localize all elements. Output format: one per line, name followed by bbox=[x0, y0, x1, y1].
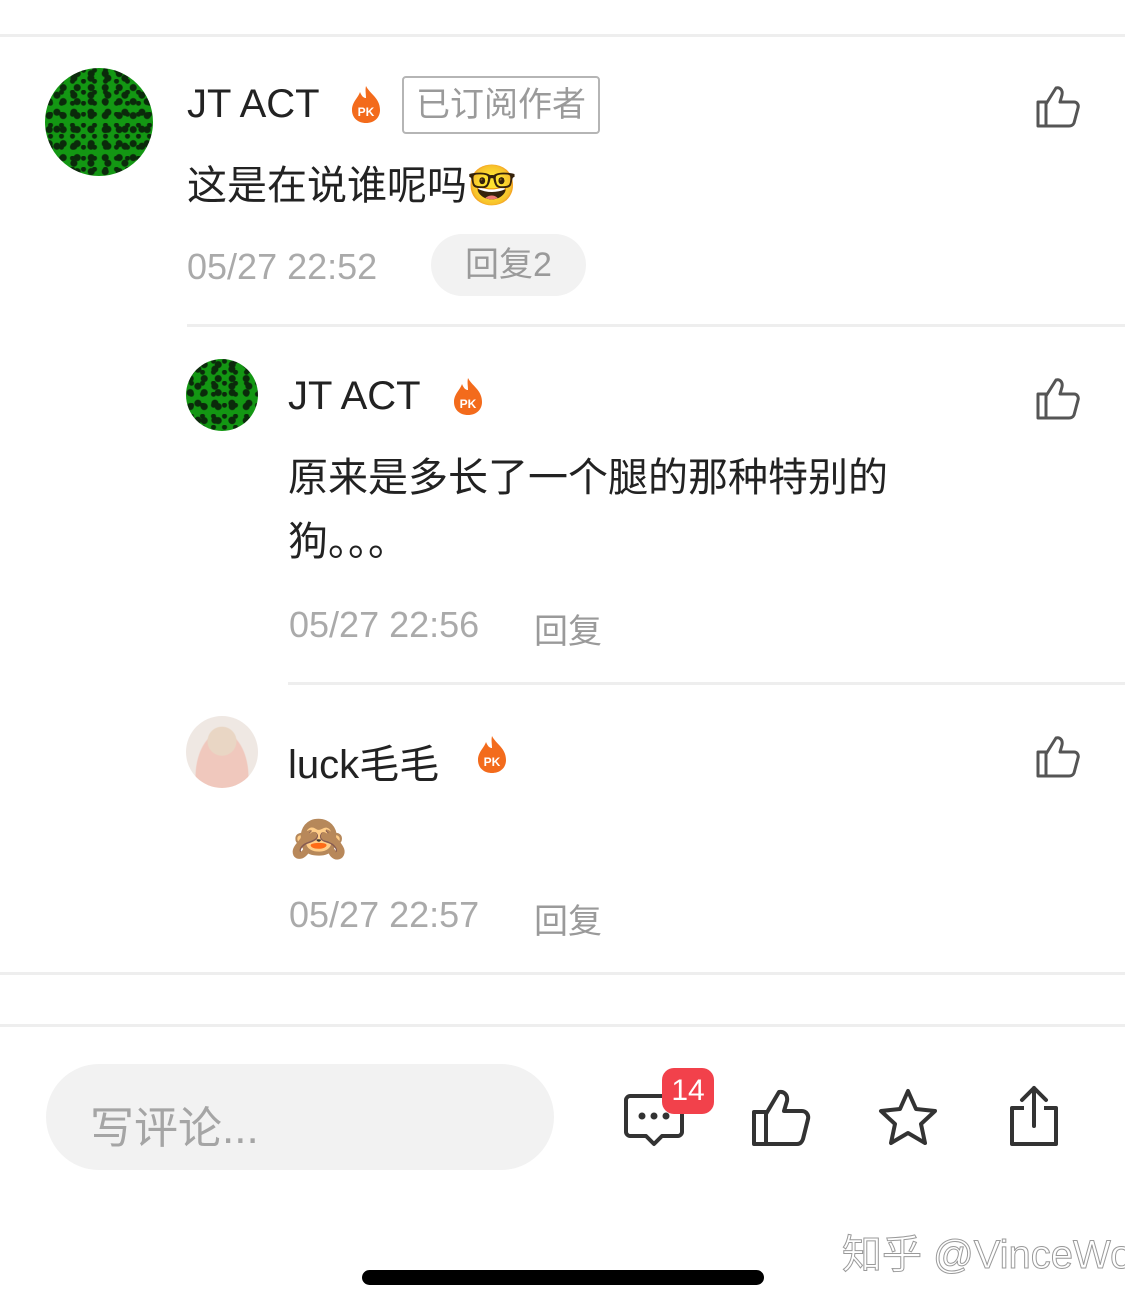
reply-text: 原来是多长了一个腿的那种特别的狗。。。 bbox=[288, 456, 888, 564]
comment-input[interactable]: 写评论... bbox=[46, 1064, 554, 1170]
star-icon[interactable] bbox=[876, 1086, 940, 1150]
share-icon[interactable] bbox=[1002, 1084, 1066, 1148]
reply-button[interactable]: 回复 bbox=[534, 894, 602, 943]
svg-text:PK: PK bbox=[484, 755, 501, 769]
avatar[interactable] bbox=[186, 716, 258, 788]
svg-text:PK: PK bbox=[460, 397, 477, 411]
divider bbox=[0, 972, 1125, 975]
reply-button[interactable]: 回复 bbox=[534, 604, 602, 653]
nerd-face-emoji: 🤓 bbox=[467, 163, 517, 209]
like-icon[interactable] bbox=[1032, 82, 1082, 132]
fire-pk-icon: PK bbox=[352, 86, 380, 123]
subscribed-author-badge: 已订阅作者 bbox=[402, 76, 600, 134]
like-icon[interactable] bbox=[748, 1086, 812, 1150]
see-no-evil-monkey-emoji: 🙈 bbox=[290, 811, 348, 865]
divider bbox=[288, 682, 1125, 685]
watermark: 知乎 @VinceWolf bbox=[841, 1233, 1125, 1278]
top-divider bbox=[0, 34, 1125, 37]
home-indicator[interactable] bbox=[362, 1270, 764, 1285]
svg-text:PK: PK bbox=[358, 105, 375, 119]
divider bbox=[187, 324, 1125, 327]
reply-time: 05/27 22:57 bbox=[289, 894, 480, 935]
reply-count-button[interactable]: 回复2 bbox=[431, 234, 586, 296]
comment-input-placeholder: 写评论... bbox=[90, 1104, 259, 1153]
avatar[interactable] bbox=[45, 68, 153, 176]
fire-pk-icon: PK bbox=[478, 736, 506, 773]
comment-text: 这是在说谁呢吗🤓 bbox=[187, 163, 517, 209]
comment-time: 05/27 22:52 bbox=[187, 246, 378, 287]
bottom-bar-divider bbox=[0, 1024, 1125, 1027]
comment-count-badge: 14 bbox=[662, 1068, 714, 1114]
like-icon[interactable] bbox=[1032, 374, 1082, 424]
reply-author-name[interactable]: luck毛毛 bbox=[288, 732, 439, 790]
reply-author-name[interactable]: JT ACT bbox=[288, 374, 421, 419]
fire-pk-icon: PK bbox=[454, 378, 482, 415]
like-icon[interactable] bbox=[1032, 732, 1082, 782]
comment-author-name[interactable]: JT ACT bbox=[187, 82, 320, 127]
avatar[interactable] bbox=[186, 359, 258, 431]
reply-time: 05/27 22:56 bbox=[289, 604, 480, 645]
